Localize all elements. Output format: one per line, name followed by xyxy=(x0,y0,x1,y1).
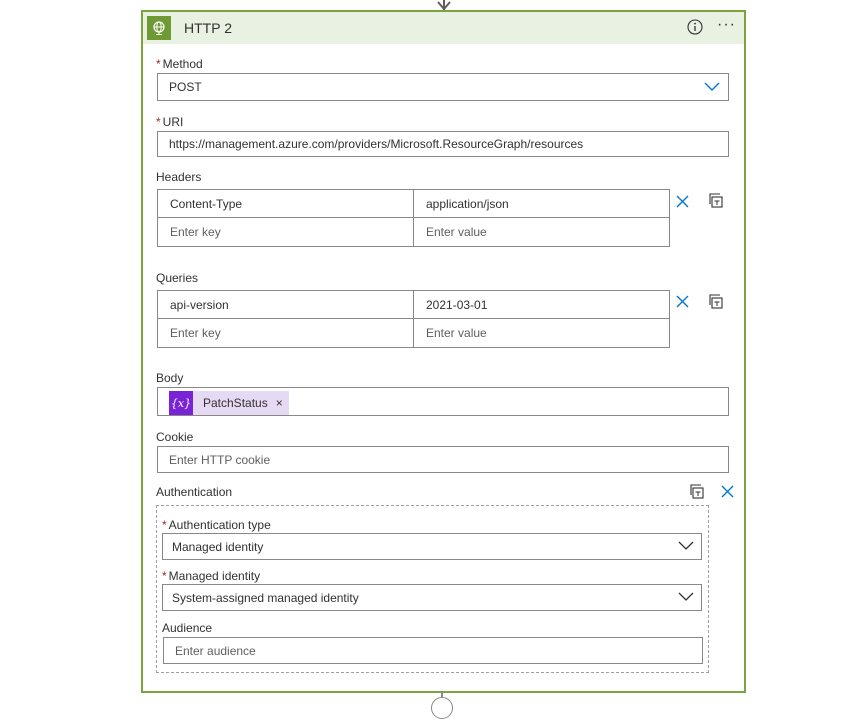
copy-icon[interactable] xyxy=(709,294,724,309)
audience-label: Audience xyxy=(162,621,213,635)
header-new-value-input[interactable]: Enter value xyxy=(413,217,670,247)
uri-input[interactable]: https://management.azure.com/providers/M… xyxy=(157,131,729,157)
more-icon[interactable]: ··· xyxy=(717,16,736,34)
auth-type-dropdown[interactable]: Managed identity xyxy=(162,533,702,560)
queries-label: Queries xyxy=(156,271,199,285)
managed-identity-label: * Managed identity xyxy=(162,569,261,583)
method-dropdown[interactable]: POST xyxy=(157,73,729,101)
uri-label: * URI xyxy=(156,115,184,129)
uri-value: https://management.azure.com/providers/M… xyxy=(169,137,584,151)
query-new-key-input[interactable]: Enter key xyxy=(157,318,414,348)
method-label: * Method xyxy=(156,57,203,71)
auth-type-label: * Authentication type xyxy=(162,518,271,532)
close-icon[interactable] xyxy=(676,195,689,208)
cookie-label: Cookie xyxy=(156,430,194,444)
globe-icon xyxy=(147,16,171,40)
header-key-input[interactable]: Content-Type xyxy=(157,189,414,218)
close-icon[interactable] xyxy=(676,295,689,308)
headers-label: Headers xyxy=(156,170,202,184)
audience-input[interactable]: Enter audience xyxy=(163,637,703,664)
info-icon[interactable] xyxy=(687,19,703,35)
add-step-button[interactable] xyxy=(431,697,453,719)
query-value-input[interactable]: 2021-03-01 xyxy=(413,290,670,319)
variable-icon: {x} xyxy=(169,391,193,415)
authentication-label: Authentication xyxy=(156,485,233,499)
method-value: POST xyxy=(169,80,202,94)
query-new-value-input[interactable]: Enter value xyxy=(413,318,670,348)
card-header[interactable]: HTTP 2 ··· xyxy=(143,12,744,44)
chevron-down-icon[interactable] xyxy=(704,82,720,92)
cookie-input[interactable]: Enter HTTP cookie xyxy=(157,446,729,473)
chevron-down-icon[interactable] xyxy=(678,541,694,551)
copy-icon[interactable] xyxy=(690,484,705,499)
chevron-down-icon[interactable] xyxy=(678,592,694,602)
header-new-key-input[interactable]: Enter key xyxy=(157,217,414,247)
body-label: Body xyxy=(156,371,184,385)
remove-token-icon[interactable]: × xyxy=(276,396,289,410)
query-key-input[interactable]: api-version xyxy=(157,290,414,319)
managed-identity-dropdown[interactable]: System-assigned managed identity xyxy=(162,584,702,611)
close-icon[interactable] xyxy=(721,485,734,498)
card-title: HTTP 2 xyxy=(184,20,232,36)
token-label: PatchStatus xyxy=(203,396,268,410)
header-value-input[interactable]: application/json xyxy=(413,189,670,218)
dynamic-content-token[interactable]: {x} PatchStatus × xyxy=(169,391,289,415)
copy-icon[interactable] xyxy=(709,193,724,208)
